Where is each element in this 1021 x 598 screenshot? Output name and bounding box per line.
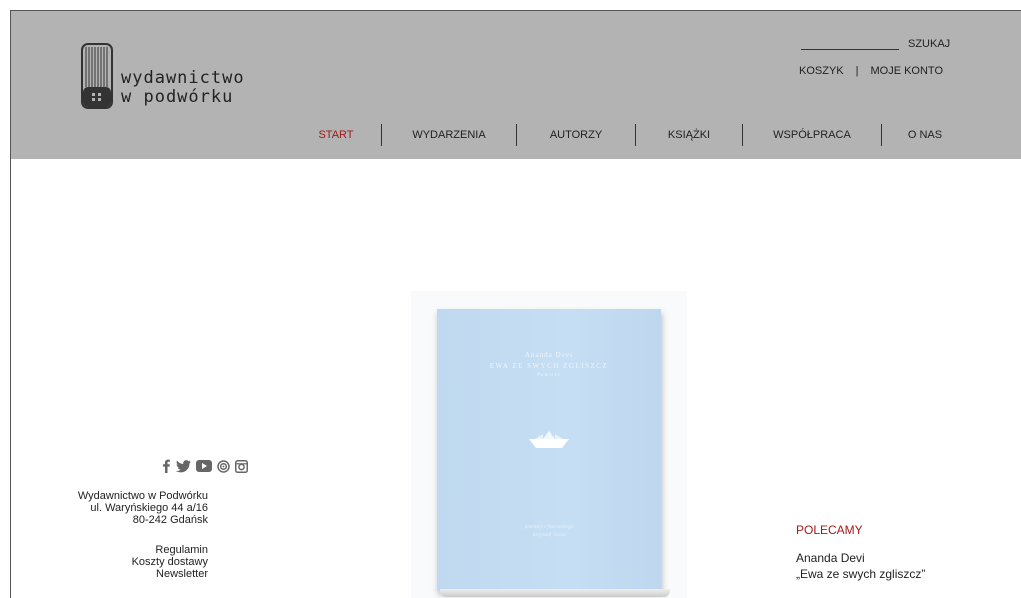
newsletter-link[interactable]: Newsletter [51,568,208,580]
book-pages-edge [440,589,670,597]
social-links [161,459,248,473]
nav-item-authors[interactable]: AUTORZY [517,129,635,141]
youtube-icon[interactable] [196,460,212,472]
logo-line-2: w podwórku [121,87,234,107]
account-separator: | [855,65,859,77]
instagram-icon[interactable] [235,459,248,473]
my-account-link[interactable]: MOJE KONTO [870,65,943,77]
nav-item-about[interactable]: O NAS [882,129,968,141]
site-header: wydawnictwo w podwórku SZUKAJ KOSZYK | MO… [11,11,1021,159]
book-cover-credits: przełożył z francuskiego Krzysztof Jaros… [437,524,661,540]
address-line-1: Wydawnictwo w Podwórku [77,490,208,502]
site-logo[interactable]: wydawnictwo w podwórku [81,43,271,113]
footer-links: Regulamin Koszty dostawy Newsletter [51,544,208,580]
book-credits-line-2: Krzysztof Jarosz [532,533,566,538]
search-button[interactable]: SZUKAJ [908,38,950,50]
recommended-book-title[interactable]: „Ewa ze swych zgliszcz” [796,567,925,581]
search-input[interactable] [801,49,899,50]
nav-item-events[interactable]: WYDARZENIA [382,129,516,141]
recommended-heading: POLECAMY [796,523,863,537]
facebook-icon[interactable] [161,459,171,473]
terms-link[interactable]: Regulamin [51,544,208,556]
logo-text: wydawnictwo w podwórku [121,69,245,107]
recommended-author: Ananda Devi [796,551,865,565]
page-frame: wydawnictwo w podwórku SZUKAJ KOSZYK | MO… [10,10,1021,598]
paper-boat-icon [529,431,569,448]
nav-item-cooperation[interactable]: WSPÓŁPRACA [743,129,881,141]
address-line-3: 80-242 Gdańsk [132,514,208,526]
book-cover-subtitle: Powieść [537,373,561,378]
book-cover: Ananda Devi EWA ZE SWYCH ZGLISZCZ Powieś… [437,309,670,597]
issuu-icon[interactable] [217,459,230,473]
book-cover-author: Ananda Devi [524,351,574,359]
logo-building-icon [81,43,113,109]
logo-line-1: wydawnictwo [121,68,245,88]
publisher-address: Wydawnictwo w Podwórku ul. Waryńskiego 4… [51,490,208,526]
cart-link[interactable]: KOSZYK [799,65,844,77]
nav-item-start[interactable]: START [291,129,381,141]
shipping-costs-link[interactable]: Koszty dostawy [51,556,208,568]
main-nav: START WYDARZENIA AUTORZY KSIĄŻKI WSPÓŁPR… [291,121,971,149]
address-line-2: ul. Waryńskiego 44 a/16 [90,502,208,514]
book-cover-title: EWA ZE SWYCH ZGLISZCZ [489,362,609,370]
book-credits-line-1: przełożył z francuskiego [524,525,574,530]
twitter-icon[interactable] [176,459,191,473]
account-links: KOSZYK | MOJE KONTO [799,65,943,77]
nav-item-books[interactable]: KSIĄŻKI [636,129,742,141]
featured-book-image[interactable]: Ananda Devi EWA ZE SWYCH ZGLISZCZ Powieś… [411,291,687,598]
